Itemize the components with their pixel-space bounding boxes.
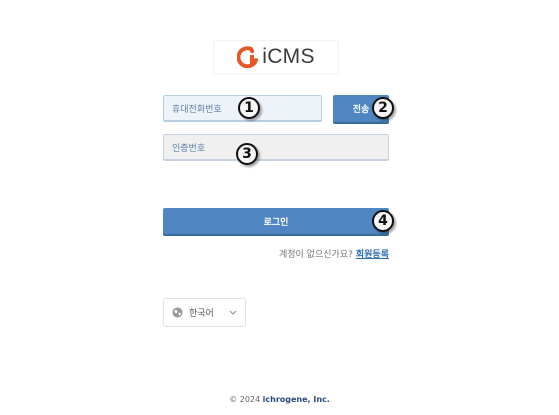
footer-copyright: © 2024 bbox=[229, 395, 261, 404]
verification-code-input[interactable]: 인증번호 bbox=[163, 134, 389, 161]
signup-link[interactable]: 회원등록 bbox=[356, 250, 389, 260]
app-logo: iCMS bbox=[213, 40, 339, 74]
login-button[interactable]: 로그인 bbox=[163, 208, 389, 234]
signup-line: 계정이 없으신가요? 회원등록 bbox=[279, 247, 389, 260]
step-marker-4: 4 bbox=[372, 210, 394, 232]
footer-company: ichrogene, Inc. bbox=[262, 395, 330, 404]
step-marker-1: 1 bbox=[238, 97, 260, 119]
logo-mark-icon bbox=[237, 46, 259, 68]
language-select[interactable]: 한국어 bbox=[163, 298, 246, 327]
chevron-down-icon bbox=[229, 310, 237, 315]
step-marker-2: 2 bbox=[372, 97, 394, 119]
verification-code-placeholder: 인증번호 bbox=[172, 143, 206, 154]
signup-prompt: 계정이 없으신가요? bbox=[278, 250, 353, 260]
language-selected: 한국어 bbox=[189, 309, 214, 319]
globe-icon bbox=[172, 307, 183, 318]
login-label: 로그인 bbox=[263, 217, 289, 228]
send-code-label: 전송 bbox=[352, 105, 370, 115]
phone-number-placeholder: 휴대전화번호 bbox=[172, 104, 222, 115]
logo-text: iCMS bbox=[262, 45, 315, 68]
footer: © 2024 ichrogene, Inc. bbox=[0, 395, 559, 404]
step-marker-3: 3 bbox=[236, 143, 258, 165]
